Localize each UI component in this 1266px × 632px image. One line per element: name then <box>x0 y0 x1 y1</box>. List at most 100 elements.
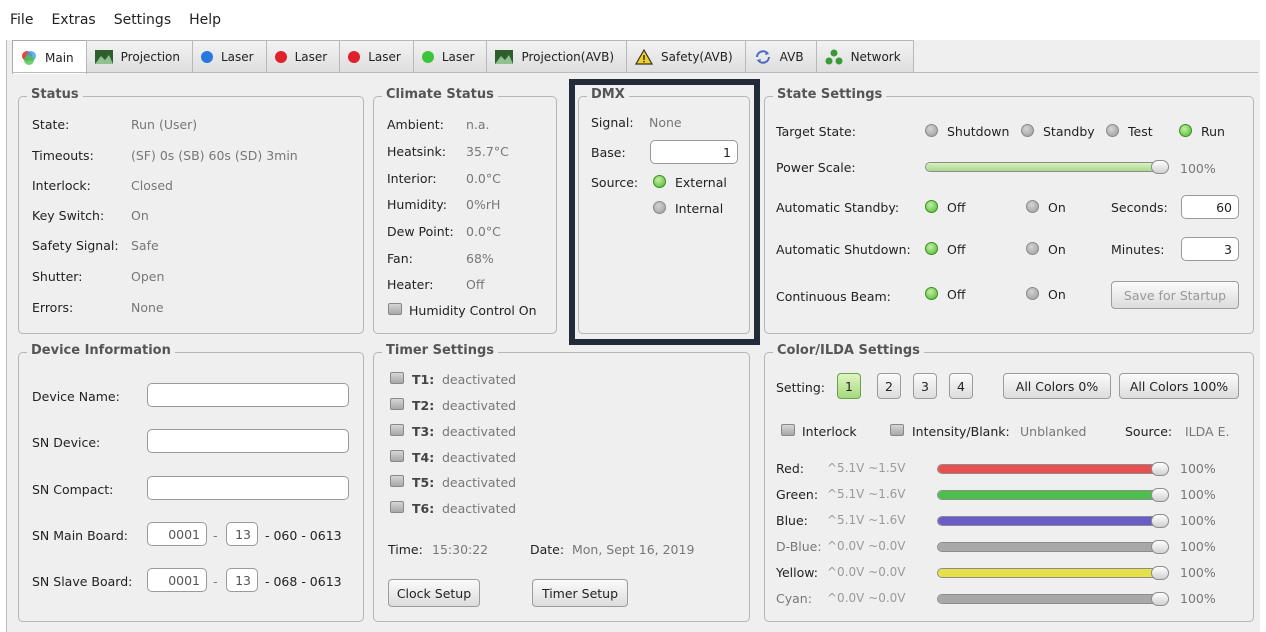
channel-red-voltage: ^5.1V ~1.5V <box>827 461 906 475</box>
state-settings-title: State Settings <box>773 87 887 102</box>
channel-red-slider[interactable] <box>937 464 1169 474</box>
channel-red-value: 100% <box>1180 461 1216 476</box>
tab-laser-red-1[interactable]: Laser <box>265 40 341 72</box>
tab-projection[interactable]: Projection <box>85 40 193 72</box>
tab-network[interactable]: Network <box>815 40 914 72</box>
setting-4-button[interactable]: 4 <box>949 373 973 399</box>
tab-label: Main <box>45 50 74 65</box>
slave-board-part1-input[interactable]: 0001 <box>147 568 207 592</box>
blue-laser-dot-icon <box>201 50 213 63</box>
date-label: Date: <box>530 542 565 557</box>
timer-setup-button[interactable]: Timer Setup <box>532 579 628 607</box>
tab-laser-green[interactable]: Laser <box>412 40 488 72</box>
humidity-label: Humidity: <box>387 197 447 212</box>
continuous-beam-off-radio[interactable] <box>925 287 938 300</box>
auto-standby-label: Automatic Standby: <box>776 200 900 215</box>
continuous-beam-on-radio[interactable] <box>1026 287 1039 300</box>
main-board-part1-input[interactable]: 0001 <box>147 522 207 546</box>
channel-blue-label: Blue: <box>776 513 808 528</box>
setting-3-button[interactable]: 3 <box>913 373 937 399</box>
auto-shutdown-on-radio[interactable] <box>1026 242 1039 255</box>
save-for-startup-button[interactable]: Save for Startup <box>1111 281 1239 309</box>
channel-d-blue-slider[interactable] <box>937 542 1169 552</box>
target-shutdown-label: Shutdown <box>947 124 1010 139</box>
timer-t1-checkbox[interactable] <box>390 372 404 384</box>
clock-setup-button[interactable]: Clock Setup <box>388 579 480 607</box>
humidity-control-checkbox[interactable] <box>388 303 402 315</box>
channel-green-handle[interactable] <box>1151 488 1169 502</box>
timer-t2-value: deactivated <box>442 398 517 413</box>
tab-divider <box>12 72 1258 73</box>
sn-compact-label: SN Compact: <box>32 482 114 497</box>
channel-yellow-slider[interactable] <box>937 568 1169 578</box>
channel-red-label: Red: <box>776 461 804 476</box>
sn-compact-input[interactable] <box>147 476 349 500</box>
target-test-radio[interactable] <box>1106 124 1119 137</box>
device-name-input[interactable] <box>147 383 349 407</box>
target-run-radio[interactable] <box>1179 124 1192 137</box>
projection-image-icon <box>94 49 113 64</box>
menu-file[interactable]: File <box>10 12 33 28</box>
interlock-checkbox[interactable] <box>781 424 795 436</box>
channel-green-label: Green: <box>776 487 819 502</box>
red-laser-dot-icon <box>274 50 287 63</box>
channel-cyan-slider[interactable] <box>937 594 1169 604</box>
channel-d-blue-label: D-Blue: <box>776 539 822 554</box>
timer-settings-title: Timer Settings <box>382 343 498 358</box>
channel-green-slider[interactable] <box>937 490 1169 500</box>
setting-1-button[interactable]: 1 <box>837 373 861 399</box>
channel-d-blue-handle[interactable] <box>1151 540 1169 554</box>
channel-blue-handle[interactable] <box>1151 514 1169 528</box>
timer-t6-checkbox[interactable] <box>390 501 404 513</box>
main-board-dash: - <box>213 528 218 543</box>
channel-red-handle[interactable] <box>1151 462 1169 476</box>
minutes-input[interactable]: 3 <box>1181 237 1239 261</box>
interlock-value: Closed <box>131 178 173 193</box>
interior-value: 0.0°C <box>466 171 501 186</box>
target-standby-radio[interactable] <box>1021 124 1034 137</box>
auto-standby-on-radio[interactable] <box>1026 200 1039 213</box>
state-settings-group: State Settings Target State: Shutdown St… <box>764 87 1254 334</box>
target-shutdown-radio[interactable] <box>925 124 938 137</box>
timer-t4-checkbox[interactable] <box>390 450 404 462</box>
all-colors-0-button[interactable]: All Colors 0% <box>1003 373 1111 399</box>
network-icon <box>825 49 843 64</box>
menu-extras[interactable]: Extras <box>51 12 95 28</box>
main-board-part2-input[interactable]: 13 <box>226 522 258 546</box>
all-colors-100-button[interactable]: All Colors 100% <box>1119 373 1239 399</box>
slave-board-part2-input[interactable]: 13 <box>226 568 258 592</box>
setting-2-button[interactable]: 2 <box>877 373 901 399</box>
timer-t2-checkbox[interactable] <box>390 398 404 410</box>
channel-red-fill <box>938 465 1168 473</box>
device-name-label: Device Name: <box>32 389 120 404</box>
seconds-input[interactable]: 60 <box>1181 195 1239 219</box>
timer-t1-value: deactivated <box>442 372 517 387</box>
tab-projection-avb[interactable]: Projection(AVB) <box>486 40 628 72</box>
power-scale-slider[interactable] <box>925 162 1169 172</box>
menu-settings[interactable]: Settings <box>114 12 171 28</box>
auto-shutdown-off-radio[interactable] <box>925 242 938 255</box>
seconds-label: Seconds: <box>1111 200 1168 215</box>
tab-laser-red-2[interactable]: Laser <box>339 40 414 72</box>
tab-safety-avb[interactable]: Safety(AVB) <box>626 40 746 72</box>
target-state-label: Target State: <box>776 124 856 139</box>
channel-cyan-handle[interactable] <box>1151 592 1169 606</box>
channel-blue-value: 100% <box>1180 513 1216 528</box>
timer-t5-checkbox[interactable] <box>390 475 404 487</box>
intensity-blank-checkbox[interactable] <box>890 424 904 436</box>
power-scale-handle[interactable] <box>1151 160 1169 174</box>
auto-standby-off-radio[interactable] <box>925 200 938 213</box>
timer-t3-checkbox[interactable] <box>390 424 404 436</box>
interlock-label: Interlock: <box>32 178 91 193</box>
channel-blue-slider[interactable] <box>937 516 1169 526</box>
menu-help[interactable]: Help <box>189 12 221 28</box>
menu-bar: File Extras Settings Help <box>6 0 1260 40</box>
color-wheel-icon <box>22 50 36 65</box>
tab-laser-blue[interactable]: Laser <box>192 40 267 72</box>
channel-yellow-fill <box>938 569 1168 577</box>
sn-device-input[interactable] <box>147 429 349 453</box>
channel-yellow-handle[interactable] <box>1151 566 1169 580</box>
status-group: Status State: Run (User) Timeouts: (SF) … <box>18 87 364 334</box>
tab-avb[interactable]: AVB <box>744 40 817 72</box>
tab-main[interactable]: Main <box>12 40 87 74</box>
